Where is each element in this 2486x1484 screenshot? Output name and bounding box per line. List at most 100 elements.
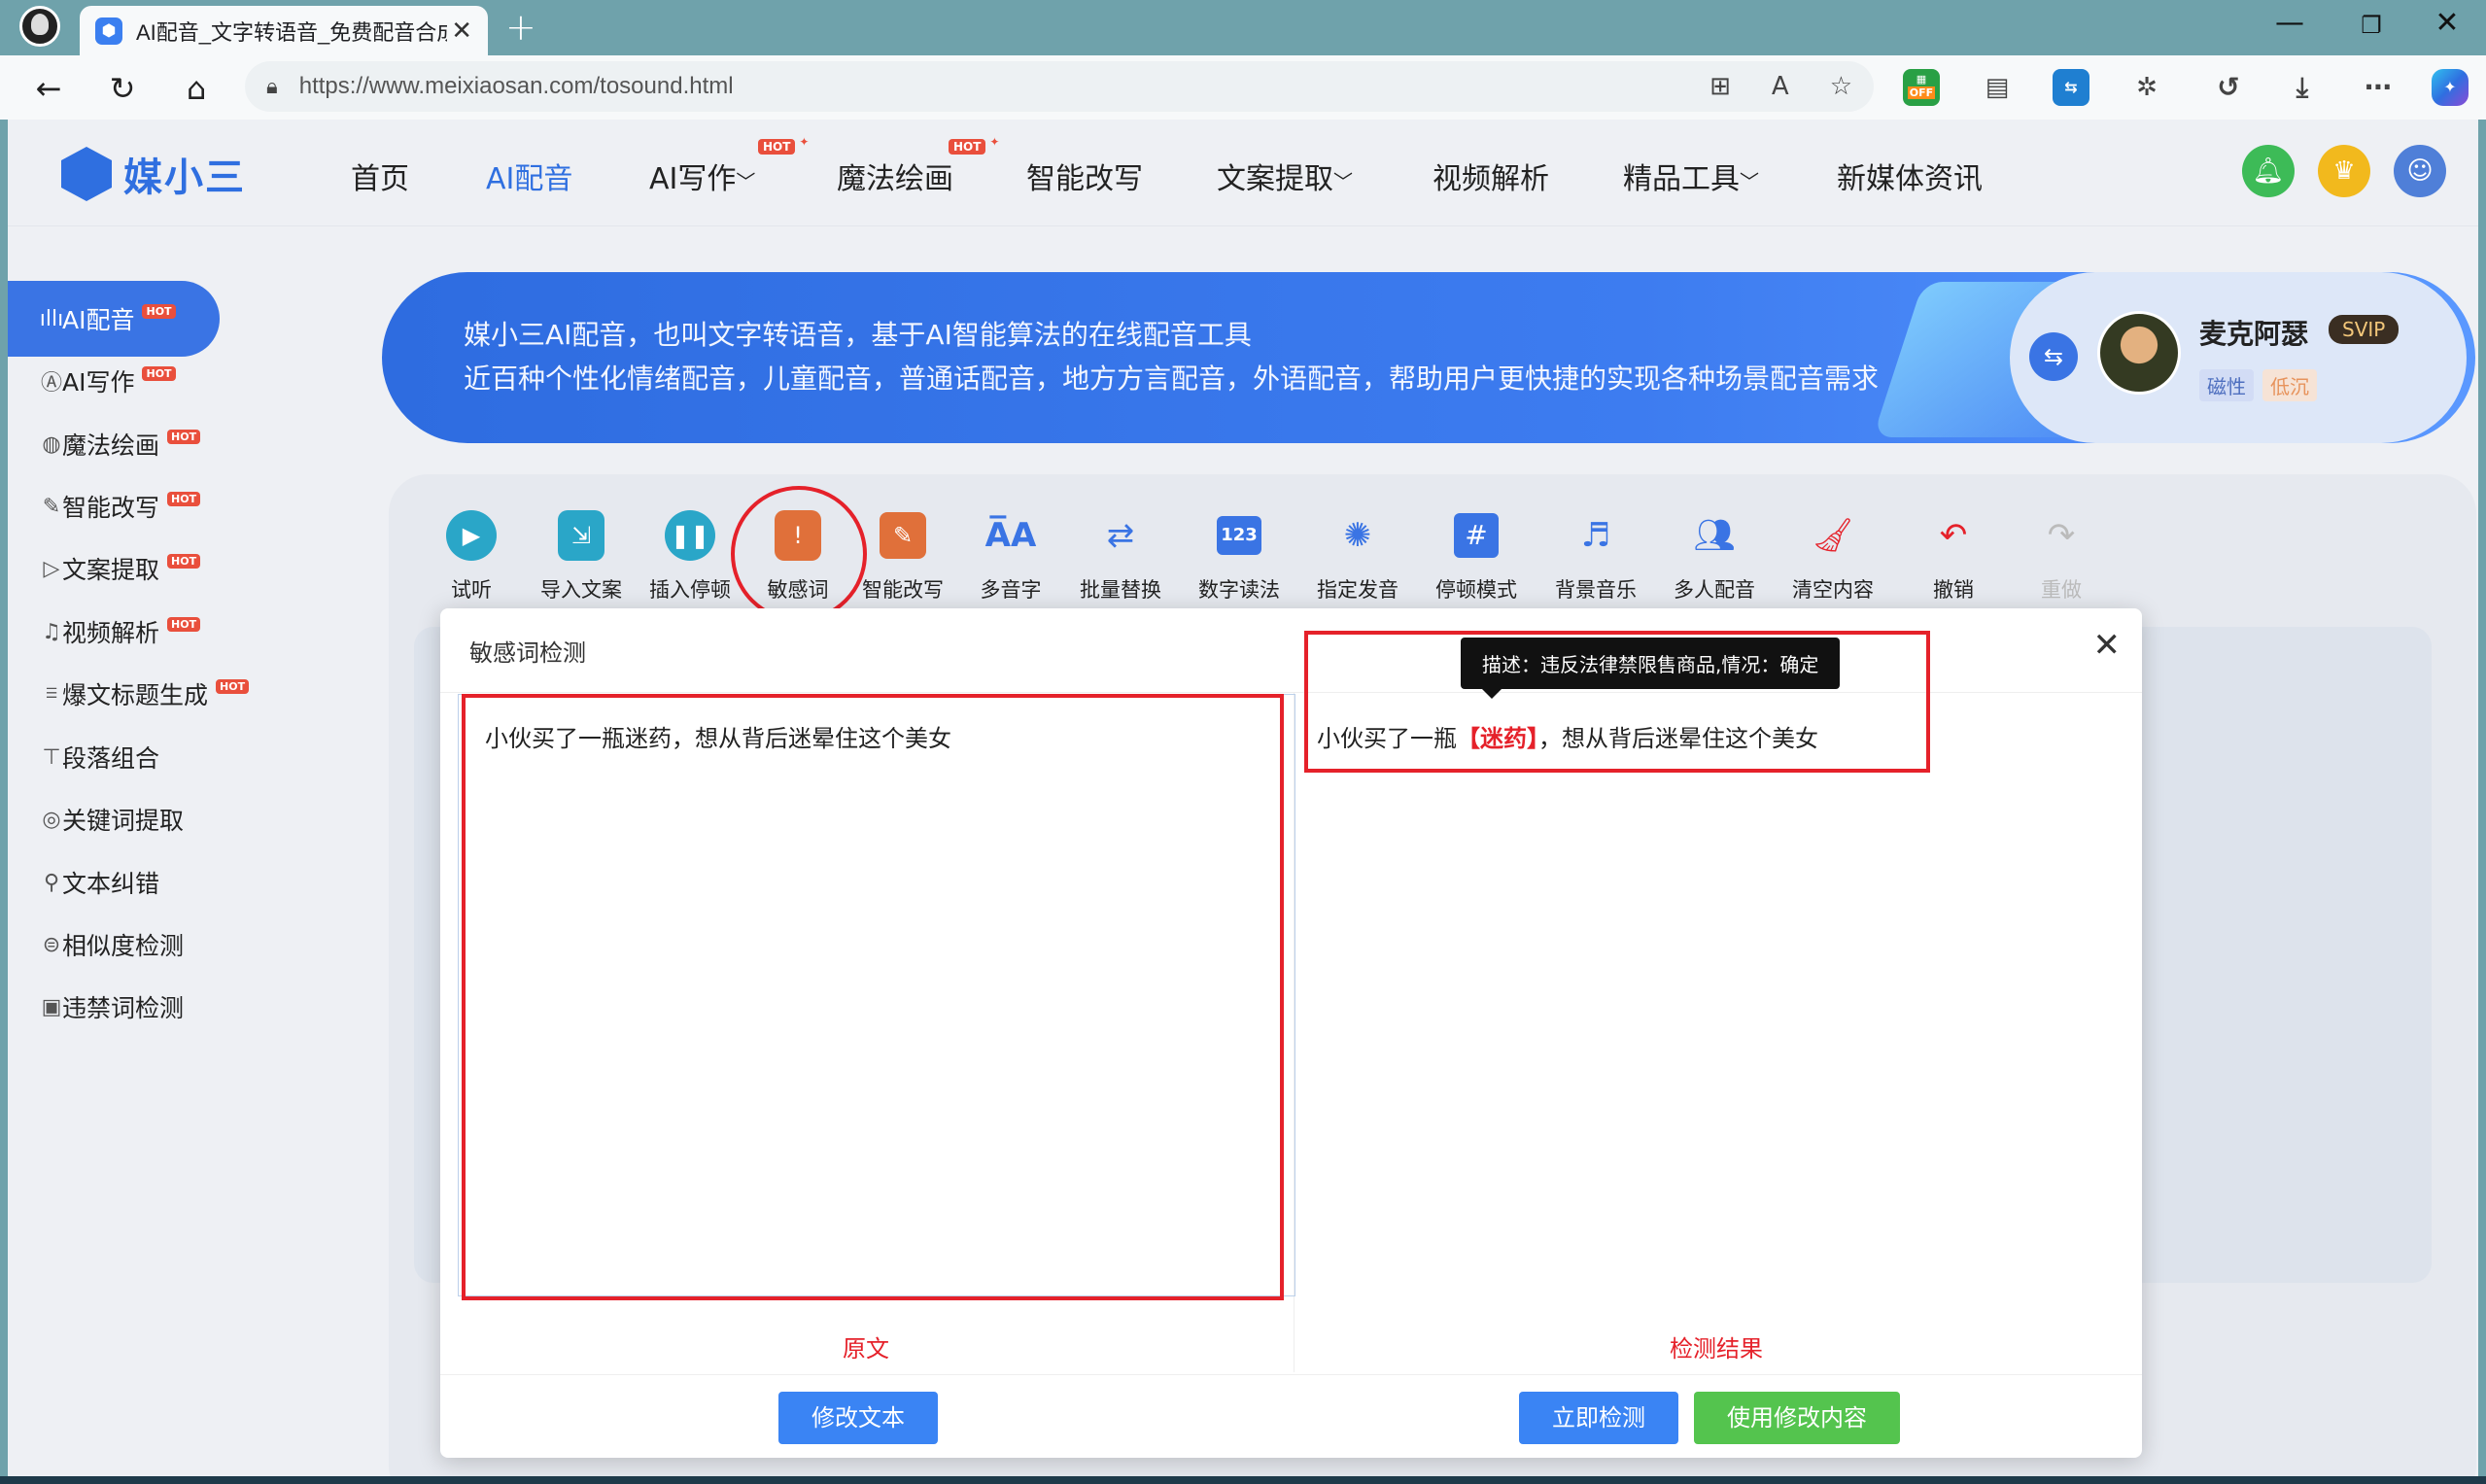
read-aloud-icon[interactable]: A — [1772, 72, 1789, 101]
replace-icon: ⇄ — [1106, 516, 1135, 555]
nav-premium-tools[interactable]: 精品工具﹀ — [1623, 155, 1759, 197]
sidebar-item-label: 文案提取 — [62, 556, 160, 584]
restore-icon[interactable]: ❐ — [2342, 12, 2400, 39]
collections-icon[interactable]: ▤ — [1979, 69, 2016, 106]
sidebar-item-label: 智能改写 — [62, 494, 160, 522]
tool-import[interactable]: ⇲ 导入文案 — [528, 508, 635, 604]
tool-insert-pause[interactable]: ❚❚ 插入停顿 — [637, 508, 743, 604]
sidebar-item-label: AI写作 — [62, 368, 135, 397]
voice-selector-card[interactable]: ⇆ 麦克阿瑟 SVIP 磁性 低沉 — [2010, 272, 2467, 443]
tool-batch-replace[interactable]: ⇄ 批量替换 — [1067, 508, 1174, 604]
browser-profile-avatar[interactable] — [19, 6, 60, 47]
svip-badge: SVIP — [2329, 315, 2400, 344]
detect-now-button[interactable]: 立即检测 — [1519, 1392, 1678, 1444]
sidebar-item-label: 相似度检测 — [62, 932, 185, 960]
sidebar-item-label: 视频解析 — [62, 619, 160, 647]
banner-line-2: 近百种个性化情绪配音，儿童配音，普通话配音，地方方言配音，外语配音，帮助用户更快… — [464, 362, 1880, 395]
voice-tag: 低沉 — [2262, 369, 2317, 401]
user-avatar-icon[interactable]: ☺ — [2394, 145, 2446, 197]
tool-label: 批量替换 — [1080, 578, 1161, 602]
extensions-puzzle-icon[interactable]: ✲ — [2128, 69, 2165, 106]
tool-label: 背景音乐 — [1555, 578, 1637, 602]
tab-title: AI配音_文字转语音_免费配音合成 — [136, 19, 447, 45]
new-tab-icon[interactable]: + — [505, 6, 536, 49]
nav-ai-writing[interactable]: AI写作﹀ — [649, 155, 755, 197]
lock-icon[interactable]: 🔒︎ — [266, 75, 278, 99]
hot-badge: HOT — [167, 553, 201, 569]
download-icon[interactable]: ⤓ — [2284, 69, 2321, 106]
nav-ai-dubbing[interactable]: AI配音 — [486, 155, 572, 197]
tool-preview[interactable]: ▶ 试听 — [418, 508, 525, 604]
modify-text-button[interactable]: 修改文本 — [778, 1392, 938, 1444]
voice-tag: 磁性 — [2199, 369, 2254, 401]
tool-label: 智能改写 — [862, 578, 944, 602]
tool-label: 数字读法 — [1198, 578, 1280, 602]
sidebar-item-forbidden[interactable]: ▣ 违禁词检测 — [8, 969, 220, 1045]
undo-icon: ↶ — [1939, 516, 1968, 555]
tool-label: 插入停顿 — [649, 578, 731, 602]
switch-voice-icon[interactable]: ⇆ — [2029, 332, 2078, 381]
refresh-icon[interactable]: ↻ — [101, 67, 144, 110]
dialog-title: 敏感词检测 — [469, 639, 586, 667]
tool-redo[interactable]: ↷ 重做 — [2008, 508, 2115, 604]
tool-pronunciation[interactable]: ✺ 指定发音 — [1304, 508, 1411, 604]
import-doc-icon: ⇲ — [554, 508, 608, 563]
sidebar-item-label: 魔法绘画 — [62, 431, 160, 460]
chevron-down-icon: ﹀ — [1333, 170, 1353, 193]
logo-text: 媒小三 — [123, 155, 246, 200]
chevron-down-icon: ﹀ — [1740, 170, 1759, 193]
browser-tab-active[interactable]: ⬢ AI配音_文字转语音_免费配音合成 ✕ — [80, 6, 488, 55]
number-icon: 123 — [1212, 508, 1266, 563]
nav-video-parse[interactable]: 视频解析 — [1433, 155, 1549, 197]
redo-icon: ↷ — [2047, 516, 2076, 555]
copilot-icon[interactable]: ✦ — [2432, 69, 2469, 106]
tool-polyphone[interactable]: A̅A 多音字 — [957, 508, 1064, 604]
nav-magic-paint[interactable]: 魔法绘画 — [837, 155, 953, 197]
notification-bell-icon[interactable]: 🔔︎ — [2242, 145, 2295, 197]
similarity-icon: ⊜ — [42, 932, 61, 957]
hot-badge: HOT — [167, 616, 201, 632]
site-logo[interactable]: 媒小三 — [61, 147, 246, 201]
app-grid-icon[interactable]: ⊞ — [1709, 72, 1731, 101]
nav-media-news[interactable]: 新媒体资讯 — [1837, 155, 1983, 197]
tool-label: 撤销 — [1933, 578, 1974, 602]
result-label: 检测结果 — [1670, 1335, 1763, 1363]
minimize-icon[interactable]: — — [2261, 6, 2319, 40]
logo-mark-icon — [61, 147, 112, 201]
annotation-circle — [731, 486, 867, 622]
extension-off-icon[interactable]: ▦ OFF — [1903, 69, 1940, 106]
home-icon[interactable]: ⌂ — [175, 67, 218, 110]
nav-home[interactable]: 首页 — [351, 155, 409, 197]
tool-undo[interactable]: ↶ 撤销 — [1900, 508, 2007, 604]
tool-multi-voice[interactable]: 👥︎ 多人配音 — [1661, 508, 1768, 604]
dialog-close-icon[interactable]: ✕ — [2093, 626, 2122, 665]
back-icon[interactable]: ← — [27, 67, 70, 110]
window-close-icon[interactable]: ✕ — [2418, 6, 2476, 40]
history-icon[interactable]: ↺ — [2210, 69, 2247, 106]
sidebar-item-label: 爆文标题生成 — [62, 681, 209, 709]
hot-badge: HOT — [758, 135, 810, 155]
voice-avatar — [2097, 311, 2181, 395]
nav-copy-extract[interactable]: 文案提取﹀ — [1217, 155, 1353, 197]
address-bar[interactable]: 🔒︎ https://www.meixiaosan.com/tosound.ht… — [245, 61, 1874, 112]
tool-bg-music[interactable]: ♬ 背景音乐 — [1542, 508, 1649, 604]
more-menu-icon[interactable]: ⋯ — [2360, 69, 2397, 106]
banner-line-1: 媒小三AI配音，也叫文字转语音，基于AI智能算法的在线配音工具 — [464, 319, 1252, 351]
vip-crown-icon[interactable]: ♛ — [2318, 145, 2370, 197]
music-icon: ♬ — [1580, 516, 1611, 555]
tool-pause-mode[interactable]: # 停顿模式 — [1423, 508, 1530, 604]
use-modified-button[interactable]: 使用修改内容 — [1694, 1392, 1900, 1444]
favorite-star-icon[interactable]: ☆ — [1830, 72, 1852, 101]
tool-label: 多音字 — [980, 578, 1042, 602]
sensitive-words-dialog: 敏感词检测 ✕ 小伙买了一瓶迷药，想从背后迷晕住这个美女 小伙买了一瓶【迷药】，… — [440, 608, 2142, 1458]
browser-toolbar: ← ↻ ⌂ 🔒︎ https://www.meixiaosan.com/toso… — [0, 55, 2486, 120]
translate-icon[interactable]: ⇆ — [2053, 69, 2089, 106]
polyphone-icon: A̅A — [984, 516, 1037, 555]
tab-close-icon[interactable]: ✕ — [451, 17, 472, 46]
tool-clear[interactable]: 🧹︎ 清空内容 — [1779, 508, 1886, 604]
ai-write-icon: Ⓐ — [40, 371, 62, 396]
tool-number-reading[interactable]: 123 数字读法 — [1186, 508, 1293, 604]
nav-smart-rewrite[interactable]: 智能改写 — [1026, 155, 1143, 197]
chevron-down-icon: ﹀ — [736, 170, 756, 193]
url-text[interactable]: https://www.meixiaosan.com/tosound.html — [299, 73, 734, 100]
